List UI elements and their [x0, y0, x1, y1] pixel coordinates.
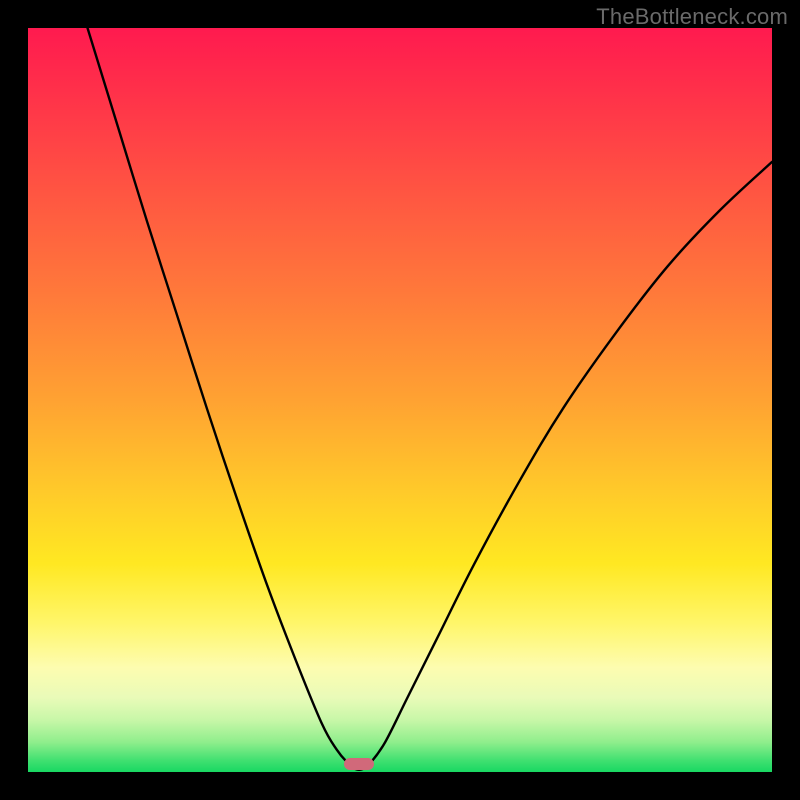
plot-area: [28, 28, 772, 772]
bottleneck-curve: [28, 28, 772, 772]
chart-frame: TheBottleneck.com: [0, 0, 800, 800]
minimum-marker: [344, 758, 374, 770]
watermark-text: TheBottleneck.com: [596, 4, 788, 30]
